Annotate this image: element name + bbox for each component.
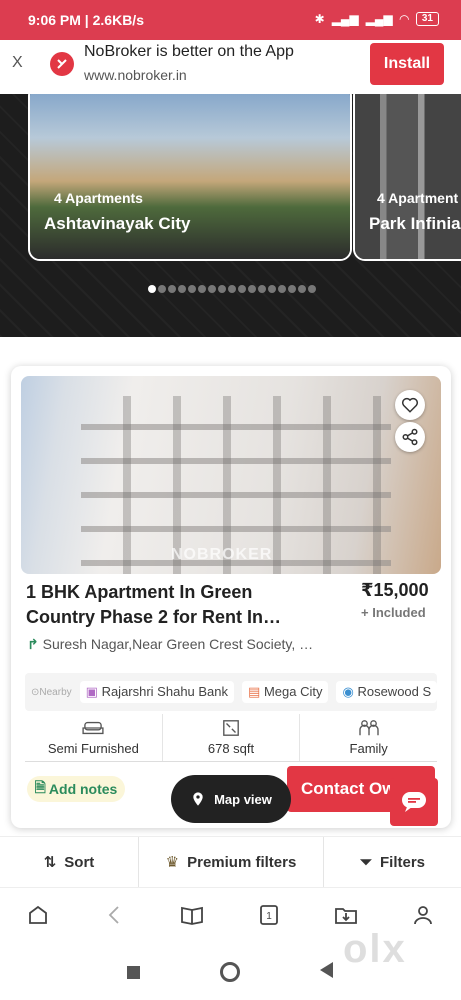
property-address: ↱ Suresh Nagar,Near Green Crest Society,… <box>27 636 314 652</box>
map-view-button[interactable]: Map view <box>171 775 291 823</box>
battery-icon: 31 <box>415 12 439 26</box>
property-image[interactable]: NOBROKER <box>21 376 441 574</box>
price-included: + Included <box>361 605 426 620</box>
favorite-button[interactable] <box>395 390 425 420</box>
tabs-icon[interactable]: 1 <box>257 903 281 932</box>
filters-button[interactable]: ⏷ Filters <box>323 837 461 887</box>
share-icon <box>402 428 418 446</box>
carousel-dot[interactable] <box>208 285 216 293</box>
carousel-dot[interactable] <box>188 285 196 293</box>
nearby-chip[interactable]: ◉ Rosewood S <box>336 681 437 703</box>
banner-title: NoBroker is better on the App <box>84 43 294 60</box>
chat-icon <box>402 792 426 812</box>
nearby-chip[interactable]: ▣ Rajarshri Shahu Bank <box>79 681 235 703</box>
filter-icon: ⏷ <box>359 853 372 871</box>
carousel-dot[interactable] <box>288 285 296 293</box>
home-circle-icon[interactable] <box>220 962 240 982</box>
spec-area: 678 sqft <box>161 714 300 761</box>
project-carousel[interactable]: 4 Apartments Ashtavinayak City 4 Apartme… <box>0 94 461 337</box>
carousel-slide[interactable]: 4 Apartments Ashtavinayak City <box>28 94 352 261</box>
chat-button[interactable] <box>390 778 438 826</box>
signal-icon: ▂▄▆ <box>331 12 359 26</box>
recents-icon[interactable] <box>127 965 140 979</box>
carousel-dot[interactable] <box>238 285 246 293</box>
carousel-dot[interactable] <box>178 285 186 293</box>
add-notes-button[interactable]: 🗎 Add notes <box>27 776 125 802</box>
premium-filters-button[interactable]: ♛ Premium filters <box>138 837 323 887</box>
status-icons: ✱ ▂▄▆ ▂▄▆ ◠ 31 <box>315 12 439 26</box>
nearby-chip[interactable]: ▤ Mega City <box>242 681 329 703</box>
bluetooth-icon: ✱ <box>314 12 325 26</box>
bus-icon: ▤ <box>248 684 261 699</box>
bank-icon: ▣ <box>85 684 98 699</box>
close-banner-button[interactable]: X <box>12 54 23 72</box>
filter-bar: ⇅ Sort ♛ Premium filters ⏷ Filters <box>0 836 461 888</box>
status-time: 9:06 PM | 2.6KB/s <box>28 12 144 28</box>
home-icon[interactable] <box>26 903 50 932</box>
image-watermark: NOBROKER <box>171 546 273 563</box>
carousel-slide[interactable]: 4 Apartment Park Infinia <box>353 94 461 261</box>
carousel-dots <box>148 285 316 293</box>
install-button[interactable]: Install <box>370 43 444 85</box>
carousel-dot[interactable] <box>268 285 276 293</box>
property-price: ₹15,000 <box>361 580 429 600</box>
banner-url: www.nobroker.in <box>84 67 187 83</box>
olx-watermark: olx <box>343 927 407 971</box>
property-card[interactable]: NOBROKER 1 BHK Apartment In Green Countr… <box>11 366 451 828</box>
map-pin-icon <box>193 792 203 806</box>
note-icon: 🗎 <box>34 779 46 795</box>
family-icon <box>358 720 379 736</box>
direction-icon: ↱ <box>27 636 39 652</box>
back-triangle-icon[interactable] <box>320 961 334 983</box>
profile-icon[interactable] <box>411 903 435 932</box>
carousel-dot[interactable] <box>258 285 266 293</box>
slide-project-name: Ashtavinayak City <box>44 214 191 233</box>
property-title[interactable]: 1 BHK Apartment In Green Country Phase 2… <box>26 580 316 630</box>
carousel-dot[interactable] <box>248 285 256 293</box>
metro-icon: ◉ <box>342 684 354 699</box>
slide-apartment-count: 4 Apartment <box>377 190 459 206</box>
area-icon <box>223 720 239 736</box>
spec-tenant: Family <box>299 714 437 761</box>
carousel-dot[interactable] <box>218 285 226 293</box>
back-icon[interactable] <box>103 903 127 932</box>
bookmarks-icon[interactable] <box>180 903 204 932</box>
nearby-places: ⊙Nearby ▣ Rajarshri Shahu Bank ▤ Mega Ci… <box>25 673 437 711</box>
project-image <box>355 94 461 259</box>
signal-icon-2: ▂▄▆ <box>365 12 393 26</box>
wifi-icon: ◠ <box>399 12 409 26</box>
spec-furnishing: Semi Furnished <box>25 714 162 761</box>
app-banner: X NoBroker is better on the App www.nobr… <box>0 40 461 94</box>
slide-apartment-count: 4 Apartments <box>54 190 143 206</box>
project-image <box>30 94 350 259</box>
sort-icon: ⇅ <box>43 854 57 871</box>
slide-project-name: Park Infinia <box>369 214 461 233</box>
svg-text:1: 1 <box>266 911 272 922</box>
carousel-dot[interactable] <box>148 285 156 293</box>
carousel-dot[interactable] <box>168 285 176 293</box>
property-specs: Semi Furnished 678 sqft Family <box>25 714 437 762</box>
carousel-dot[interactable] <box>228 285 236 293</box>
carousel-dot[interactable] <box>298 285 306 293</box>
carousel-dot[interactable] <box>158 285 166 293</box>
carousel-dot[interactable] <box>308 285 316 293</box>
status-bar: 9:06 PM | 2.6KB/s ✱ ▂▄▆ ▂▄▆ ◠ 31 <box>0 0 461 40</box>
sort-button[interactable]: ⇅ Sort <box>0 837 138 887</box>
nearby-label: ⊙Nearby <box>31 686 72 698</box>
crown-icon: ♛ <box>165 854 180 871</box>
carousel-dot[interactable] <box>278 285 286 293</box>
nobroker-logo-icon <box>50 52 74 76</box>
share-button[interactable] <box>395 422 425 452</box>
sofa-icon <box>82 721 104 735</box>
carousel-dot[interactable] <box>198 285 206 293</box>
heart-icon <box>401 397 419 413</box>
